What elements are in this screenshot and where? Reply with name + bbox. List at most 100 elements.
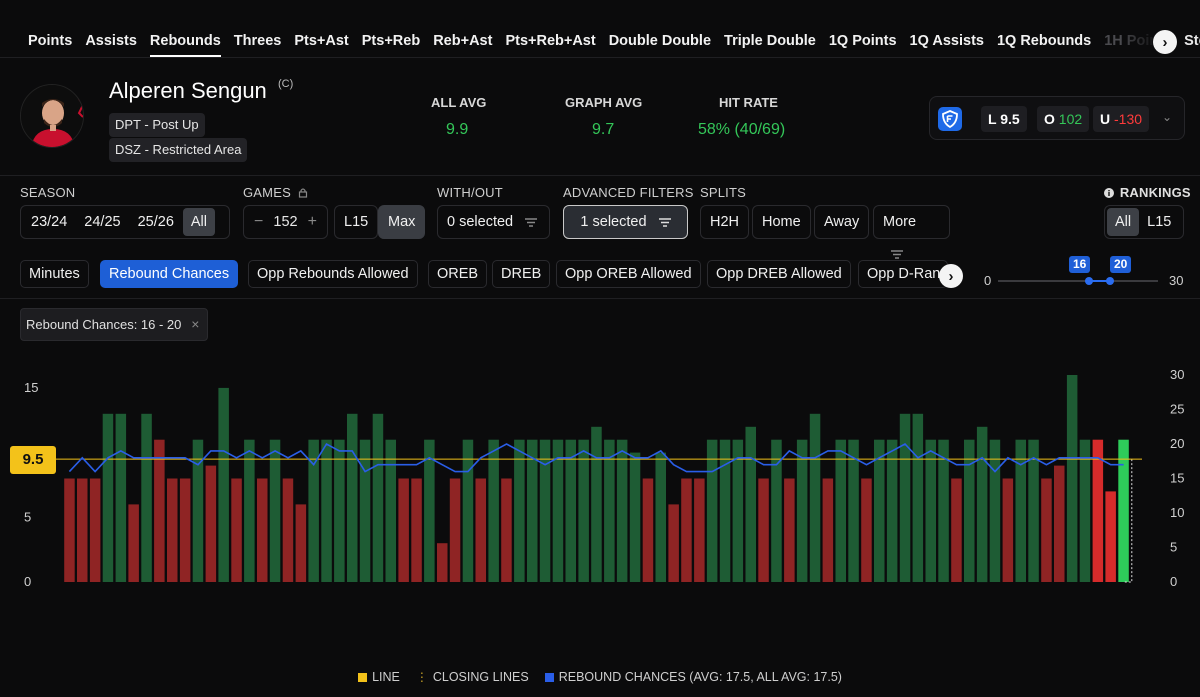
rebound-bar [501, 478, 512, 582]
range-slider-low-handle[interactable] [1085, 277, 1093, 285]
rebound-bar [321, 439, 332, 582]
split-h2h-button[interactable]: H2H [700, 205, 750, 239]
chip-opp-d-rank[interactable]: Opp D-Ran [858, 260, 948, 288]
active-filter-text: Rebound Chances: 16 - 20 [26, 317, 182, 332]
games-l15-button[interactable]: L15 [334, 205, 379, 239]
hit-rate-label: HIT RATE [719, 95, 778, 110]
range-slider-track[interactable] [998, 280, 1158, 282]
rebound-bar [642, 478, 654, 582]
rebound-bar [681, 478, 692, 582]
rebound-bar [951, 478, 962, 582]
splits-label: SPLITS [700, 185, 746, 200]
season-option-all[interactable]: All [182, 208, 216, 236]
rebound-bar [334, 439, 345, 582]
rebound-bar [1028, 439, 1039, 582]
with-out-dropdown[interactable]: 0 selected [437, 205, 550, 239]
rebound-bar [257, 478, 268, 582]
filter-lines-icon [658, 217, 671, 227]
tab-1q-points[interactable]: 1Q Points [829, 33, 897, 57]
advanced-filters-label: ADVANCED FILTERS [563, 185, 694, 200]
book-line-chip[interactable]: L 9.5 [981, 106, 1027, 132]
player-position: (C) [278, 78, 294, 90]
y-right-tick-label: 20 [1170, 436, 1184, 451]
y-right-tick-label: 10 [1170, 505, 1184, 520]
player-tag-post-up: DPT - Post Up [109, 113, 205, 137]
chips-scroll-right-button[interactable]: › [939, 264, 963, 288]
tab-pts-ast[interactable]: Pts+Ast [294, 33, 348, 57]
legend-closing-lines: ⋮ CLOSING LINES [415, 670, 529, 684]
legend-rebound-chances: REBOUND CHANCES (AVG: 17.5, ALL AVG: 17.… [544, 670, 842, 684]
games-label: GAMES [243, 185, 308, 200]
advanced-filters-value: 1 selected [580, 214, 647, 230]
rebound-bar [437, 543, 448, 582]
rebound-bar [64, 478, 75, 582]
book-under-chip[interactable]: U -130 [1093, 106, 1150, 132]
rebound-bar [1041, 478, 1052, 582]
tab-double-double[interactable]: Double Double [609, 33, 711, 57]
chip-oreb[interactable]: OREB [428, 260, 488, 288]
info-icon [1104, 188, 1114, 198]
rebound-bar [706, 439, 718, 582]
games-decrement-button[interactable]: − [254, 213, 263, 231]
rankings-l15-option[interactable]: L15 [1139, 208, 1179, 236]
close-icon[interactable]: × [191, 309, 199, 340]
games-value[interactable]: 152 [273, 214, 297, 230]
range-slider-high-handle[interactable] [1106, 277, 1114, 285]
legend-chances-swatch [544, 672, 554, 682]
graph-avg-label: GRAPH AVG [565, 95, 643, 110]
tab-threes[interactable]: Threes [234, 33, 282, 57]
chip-dreb[interactable]: DREB [492, 260, 551, 288]
chip-opp-dreb-allowed[interactable]: Opp DREB Allowed [707, 260, 851, 288]
tab-pts-reb[interactable]: Pts+Reb [362, 33, 420, 57]
tab-stea[interactable]: Stea [1184, 33, 1200, 57]
split-more-label: More [883, 214, 917, 230]
tab-assists[interactable]: Assists [85, 33, 137, 57]
rebound-bar [745, 426, 756, 583]
season-option-25-26[interactable]: 25/26 [130, 208, 182, 236]
tab-points[interactable]: Points [28, 33, 72, 57]
rankings-all-option[interactable]: All [1107, 208, 1140, 236]
rebound-bar [809, 413, 821, 582]
rebound-bar [539, 439, 551, 582]
chip-minutes[interactable]: Minutes [20, 260, 89, 288]
rebound-bar [295, 504, 307, 582]
rebound-bar [218, 387, 229, 582]
rankings-label: RANKINGS [1104, 185, 1191, 200]
rebound-bar [205, 465, 217, 582]
slider-low-value: 16 [1069, 256, 1091, 273]
advanced-filters-dropdown[interactable]: 1 selected [563, 205, 688, 239]
tab-1q-rebounds[interactable]: 1Q Rebounds [997, 33, 1091, 57]
tab-rebounds[interactable]: Rebounds [149, 33, 221, 57]
tab-pts-reb-ast[interactable]: Pts+Reb+Ast [505, 33, 595, 57]
all-avg-value: 9.9 [446, 121, 469, 138]
tab-reb-ast[interactable]: Reb+Ast [433, 33, 492, 57]
rebounds-chart-svg: 0 5 15 0 5 10 15 20 25 30 [24, 367, 1184, 589]
lock-icon [298, 188, 307, 198]
rebound-bar [989, 439, 1001, 582]
rebound-bar [578, 439, 589, 582]
games-increment-button[interactable]: + [308, 213, 317, 231]
tab-triple-double[interactable]: Triple Double [724, 33, 816, 57]
games-max-button[interactable]: Max [378, 205, 426, 239]
tab-1q-assists[interactable]: 1Q Assists [910, 33, 984, 57]
chip-opp-rebounds-allowed[interactable]: Opp Rebounds Allowed [248, 260, 418, 288]
chart-legend: LINE ⋮ CLOSING LINES REBOUND CHANCES (AVG… [0, 670, 1200, 684]
chip-rebound-chances[interactable]: Rebound Chances [100, 260, 239, 288]
stat-tab-list: Points Assists Rebounds Threes Pts+Ast Pts+Re… [28, 33, 1200, 57]
tabs-scroll-right-button[interactable]: › [1153, 30, 1177, 54]
sportsbook-line-card[interactable]: L 9.5 O 102 U -130 ⌄ [929, 96, 1185, 140]
chevron-down-icon[interactable]: ⌄ [1162, 110, 1172, 124]
chevron-right-icon: › [948, 267, 954, 285]
split-more-dropdown[interactable]: More [873, 205, 950, 259]
season-option-23-24[interactable]: 23/24 [23, 208, 75, 236]
split-away-button[interactable]: Away [814, 205, 870, 239]
split-home-button[interactable]: Home [752, 205, 811, 239]
rebound-bar [874, 439, 885, 582]
rebound-bar [1105, 491, 1116, 582]
season-option-24-25[interactable]: 24/25 [76, 208, 128, 236]
book-over-chip[interactable]: O 102 [1037, 106, 1090, 132]
rebound-bar [964, 439, 975, 582]
chip-opp-oreb-allowed[interactable]: Opp OREB Allowed [556, 260, 701, 288]
active-filter-tag: Rebound Chances: 16 - 20 × [20, 308, 209, 341]
season-label: SEASON [20, 185, 76, 200]
